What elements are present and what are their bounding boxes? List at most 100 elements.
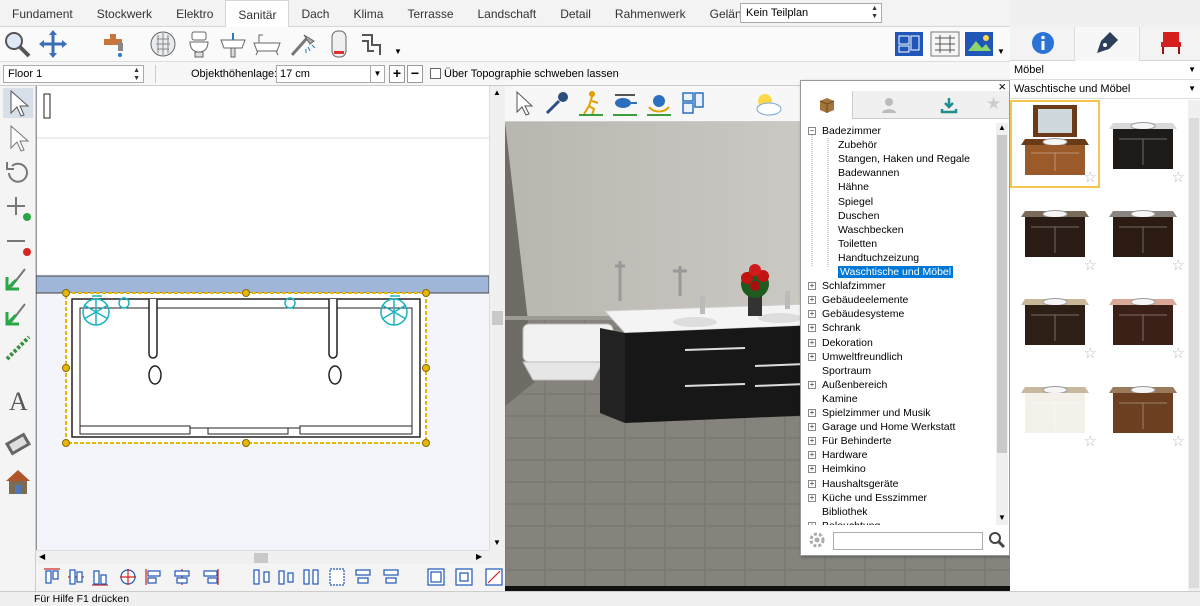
helicopter-icon[interactable] [611,89,639,117]
tree-item[interactable]: + Schrank [808,321,861,335]
catalog-item[interactable]: ☆ [1011,365,1099,451]
tab-sanitär[interactable]: Sanitär [225,0,290,27]
catalog-item[interactable]: ☆ [1011,277,1099,363]
align-arrow-alt-icon[interactable] [3,298,33,328]
floor-plan-small-icon[interactable] [679,89,707,117]
catalog-item[interactable]: ☆ [1099,101,1187,187]
tab-elektro[interactable]: Elektro [164,0,225,27]
favorite-star-icon[interactable]: ☆ [1172,344,1185,362]
tab-user-library[interactable] [863,91,915,119]
catalog-category-select[interactable]: Möbel ▼ [1010,61,1200,80]
tree-item[interactable]: Waschbecken [838,223,904,237]
tab-detail[interactable]: Detail [548,0,603,27]
tree-item[interactable]: Spiegel [838,195,873,209]
expand-icon[interactable]: + [808,493,816,502]
favorite-star-icon[interactable]: ☆ [1172,168,1185,186]
add-point-icon[interactable] [3,193,33,223]
toilet-icon[interactable] [184,29,214,59]
3d-view-icon[interactable] [964,29,994,59]
catalog-item[interactable]: ☆ [1099,189,1187,275]
text-icon[interactable]: A [3,384,33,414]
scroll-up-icon[interactable]: ▲ [493,88,501,97]
plan-horizontal-scrollbar[interactable]: ◀ ▶ [36,550,489,564]
catalog-subcategory-select[interactable]: Waschtische und Möbel ▼ [1010,80,1200,99]
favorite-star-icon[interactable]: ☆ [1172,256,1185,274]
expand-icon[interactable]: + [808,409,816,417]
walk-icon[interactable] [577,89,605,117]
favorite-star-icon[interactable]: ☆ [1084,344,1097,362]
info-icon[interactable] [1030,30,1056,56]
bathtub-icon[interactable] [252,29,282,59]
tree-item[interactable]: + Gebäudesysteme [808,307,904,321]
tab-klima[interactable]: Klima [341,0,395,27]
tree-item[interactable]: + Haushaltsgeräte [808,477,898,491]
scroll-up-icon[interactable]: ▲ [998,123,1006,132]
expand-icon[interactable]: + [808,296,816,305]
dropdown-arrow-icon[interactable]: ▼ [394,47,402,56]
tree-item[interactable]: + Gebäudeelemente [808,293,908,307]
sink-icon[interactable] [218,29,248,59]
tree-item[interactable]: Zubehör [838,138,877,152]
scroll-thumb[interactable] [254,553,268,563]
tree-item[interactable]: + Heimkino [808,462,866,476]
camera-film-icon[interactable] [3,429,33,459]
tree-item[interactable]: + Schlafzimmer [808,279,886,293]
gear-icon[interactable] [808,531,826,549]
tab-downloads[interactable] [923,91,975,119]
floor-plan-canvas[interactable] [35,86,490,550]
expand-icon[interactable]: + [808,310,816,319]
scroll-thumb[interactable] [492,311,503,325]
scroll-left-icon[interactable]: ◀ [39,552,45,561]
expand-icon[interactable]: + [808,437,816,446]
dropdown-arrow-icon[interactable]: ▼ [997,47,1005,56]
tab-favorites[interactable]: ★ [979,91,1009,119]
elevation-view-icon[interactable] [930,29,960,59]
expand-icon[interactable]: + [808,338,816,347]
tree-item[interactable]: + Garage und Home Werkstatt [808,420,955,434]
house-icon[interactable] [3,467,33,497]
select-arrow-icon[interactable] [509,89,537,117]
tree-item[interactable]: + Beleuchtung [808,519,880,525]
align-arrow-icon[interactable] [3,263,33,293]
pen-icon[interactable] [1094,30,1120,56]
tree-item[interactable]: + Hardware [808,448,868,462]
library-tree-scrollbar[interactable]: ▲ ▼ [996,123,1008,525]
tree-item[interactable]: + Außenbereich [808,378,887,392]
catalog-item[interactable]: ☆ [1010,100,1100,188]
drain-icon[interactable] [148,29,178,59]
tree-item[interactable]: Toiletten [838,237,877,251]
weather-icon[interactable] [751,89,785,119]
expand-icon[interactable]: + [808,451,816,460]
favorite-star-icon[interactable]: ☆ [1084,168,1097,186]
tab-rahmenwerk[interactable]: Rahmenwerk [603,0,698,27]
scroll-down-icon[interactable]: ▼ [493,538,501,547]
expand-icon[interactable]: + [808,465,816,474]
remove-point-icon[interactable] [3,228,33,258]
tab-landschaft[interactable]: Landschaft [466,0,549,27]
expand-icon[interactable]: + [808,380,816,389]
tree-item[interactable]: Hähne [838,180,869,194]
tree-item[interactable]: + Für Behinderte [808,434,891,448]
select-arrow-icon[interactable] [3,88,33,118]
shower-icon[interactable] [288,29,318,59]
rotate-icon[interactable] [3,158,33,188]
expand-icon[interactable]: + [808,282,816,291]
tab-fundament[interactable]: Fundament [0,0,85,27]
scroll-down-icon[interactable]: ▼ [998,513,1006,522]
tab-terrasse[interactable]: Terrasse [395,0,465,27]
tab-dach[interactable]: Dach [289,0,341,27]
pan-icon[interactable] [38,29,68,59]
catalog-item[interactable]: ☆ [1011,189,1099,275]
tree-item[interactable]: − Badezimmer [808,124,881,138]
floor-select[interactable]: Floor 1 ▲ ▼ [3,65,144,83]
tree-item[interactable]: Duschen [838,209,879,223]
water-heater-icon[interactable] [324,29,354,59]
tree-item[interactable]: + Dekoration [808,336,873,350]
eyedropper-icon[interactable] [543,89,571,117]
library-search-input[interactable] [833,532,983,550]
faucet-icon[interactable] [100,29,130,59]
tree-item[interactable]: Sportraum [822,364,871,378]
catalog-item[interactable]: ☆ [1099,365,1187,451]
furniture-chair-icon[interactable] [1158,30,1184,56]
expand-icon[interactable]: + [808,479,816,488]
